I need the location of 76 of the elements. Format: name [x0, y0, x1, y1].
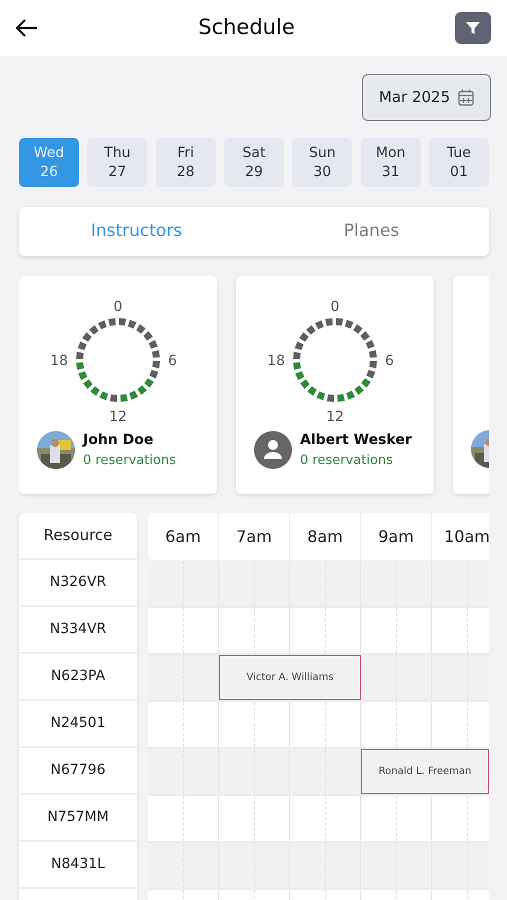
hour-label: 6: [168, 353, 177, 369]
time-header: 6am: [148, 513, 219, 560]
time-slot[interactable]: [290, 796, 326, 841]
hour-label: 12: [326, 409, 344, 425]
reservation-count: 0 reservations: [83, 452, 176, 470]
resource-cell: N67796: [19, 748, 137, 795]
time-slot[interactable]: [184, 655, 219, 700]
resource-cell: N623PA: [19, 654, 137, 701]
time-header: 9am: [361, 513, 432, 560]
time-slot[interactable]: [326, 561, 361, 606]
day-tab[interactable]: Mon 31: [360, 138, 421, 187]
reservation-block[interactable]: Ronald L. Freeman: [361, 749, 489, 794]
filter-icon: [465, 20, 481, 36]
day-tab[interactable]: Fri 28: [156, 138, 216, 187]
time-slot[interactable]: [219, 702, 254, 747]
back-icon[interactable]: [16, 19, 38, 37]
time-slot[interactable]: [148, 702, 184, 747]
time-slot[interactable]: [361, 796, 396, 841]
time-slot[interactable]: [184, 561, 219, 606]
time-slot[interactable]: [361, 702, 396, 747]
time-slot[interactable]: [254, 796, 290, 841]
reservation-block[interactable]: Victor A. Williams: [219, 655, 361, 700]
time-slot[interactable]: [432, 702, 468, 747]
time-slot[interactable]: [396, 702, 432, 747]
time-header: 8am: [290, 513, 361, 560]
hour-label: 6: [385, 353, 394, 369]
time-slot[interactable]: [326, 608, 361, 653]
hour-label: 18: [267, 353, 285, 369]
time-slot[interactable]: [219, 796, 254, 841]
instructor-name: John Doe: [83, 431, 154, 450]
resource-cell: N24501: [19, 701, 137, 748]
day-tab[interactable]: Thu 27: [87, 138, 148, 187]
resource-cell: N326VR: [19, 560, 137, 607]
avatar-icon: [254, 431, 292, 470]
day-tab[interactable]: Sun 30: [292, 138, 352, 187]
time-slot[interactable]: [326, 796, 361, 841]
filter-button[interactable]: [455, 12, 491, 44]
hour-label: 0: [114, 299, 122, 315]
instructor-card[interactable]: 0 6 12 18 Albert Wesker 0 reservations: [236, 276, 434, 494]
time-slot[interactable]: [184, 796, 219, 841]
time-slot[interactable]: [148, 608, 184, 653]
time-slot[interactable]: [432, 796, 468, 841]
time-slot[interactable]: [361, 608, 396, 653]
time-slot[interactable]: [396, 608, 432, 653]
time-slot[interactable]: [290, 608, 326, 653]
resource-cell: N8431L: [19, 842, 137, 889]
hour-label: 0: [330, 299, 340, 315]
resource-cell: N757MM: [19, 795, 137, 842]
time-header: 7am: [219, 513, 290, 560]
time-slot[interactable]: [396, 561, 432, 606]
time-slot[interactable]: [254, 702, 290, 747]
instructor-name: Albert Wesker: [300, 431, 412, 450]
time-slot[interactable]: [326, 749, 361, 794]
tab[interactable]: Planes: [254, 207, 489, 256]
time-slot[interactable]: [184, 608, 219, 653]
hour-label: 18: [50, 353, 68, 369]
resource-cell: N334VR: [19, 607, 137, 654]
time-slot[interactable]: [290, 702, 326, 747]
calendar-icon: [458, 89, 474, 106]
month-picker[interactable]: Mar 2025: [362, 74, 491, 121]
time-slot[interactable]: [326, 702, 361, 747]
time-slot[interactable]: [254, 561, 290, 606]
day-tab[interactable]: Tue 01: [428, 138, 489, 187]
time-slot[interactable]: [396, 796, 432, 841]
column-header: Resource: [19, 513, 137, 560]
day-tab[interactable]: Sat 29: [224, 138, 284, 187]
time-header: 10am: [432, 513, 489, 560]
instructor-card[interactable]: 0 6 12 18 John Doe 0 reservations: [19, 276, 217, 494]
time-slot[interactable]: [184, 702, 219, 747]
time-slot[interactable]: [148, 796, 184, 841]
hour-label: 12: [109, 409, 127, 425]
time-slot[interactable]: [432, 608, 468, 653]
time-slot[interactable]: [219, 608, 254, 653]
reservation-count: 0 reservations: [300, 452, 394, 470]
page-title: Schedule: [198, 15, 295, 41]
time-slot[interactable]: [254, 608, 290, 653]
